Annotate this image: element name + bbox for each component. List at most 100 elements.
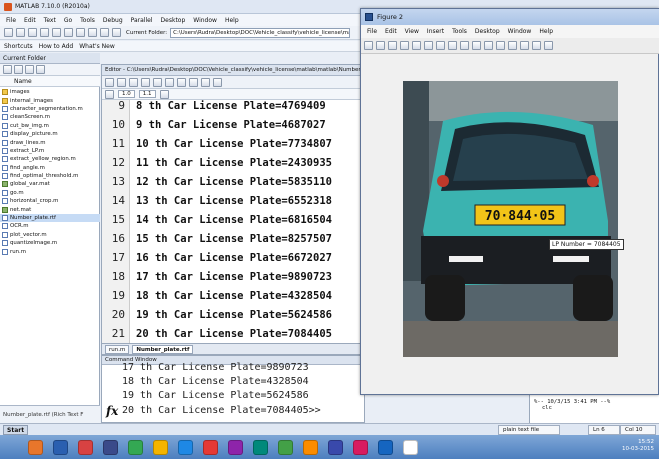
figure-menu-item-desktop[interactable]: Desktop (475, 28, 500, 35)
figure-menu-item-help[interactable]: Help (539, 28, 553, 35)
open-icon[interactable] (376, 41, 385, 50)
file-list-item[interactable]: horizontal_crop.m (0, 197, 100, 205)
taskbar-app-icon[interactable] (303, 439, 318, 455)
zoom-in-icon[interactable] (424, 41, 433, 50)
brush-icon[interactable] (484, 41, 493, 50)
file-list-item[interactable]: character_segmentation.m (0, 105, 100, 113)
menu-item-file[interactable]: File (6, 17, 16, 24)
current-folder-input[interactable]: C:\Users\Rudra\Desktop\DOC\Vehicle_class… (170, 27, 351, 38)
taskbar-app-icon[interactable] (228, 439, 243, 455)
shortcuts-label[interactable]: Shortcuts (4, 43, 33, 50)
find-icon[interactable] (189, 77, 198, 87)
show-plot-tools-icon[interactable] (544, 41, 553, 50)
copy-icon[interactable] (153, 77, 162, 87)
figure-menu-item-tools[interactable]: Tools (452, 28, 467, 35)
menu-item-debug[interactable]: Debug (103, 17, 123, 24)
history-line[interactable]: clc (534, 405, 655, 411)
file-list-item[interactable]: draw_lines.m (0, 138, 100, 146)
menu-item-go[interactable]: Go (64, 17, 72, 24)
print-icon[interactable] (400, 41, 409, 50)
zoom-value[interactable]: 1.0 (118, 90, 135, 98)
breakpoint-icon[interactable] (213, 77, 222, 87)
back-icon[interactable] (3, 65, 12, 74)
run-icon[interactable] (201, 77, 210, 87)
taskbar-app-icon[interactable] (328, 439, 343, 455)
menu-item-text[interactable]: Text (44, 17, 56, 24)
cell-mode-icon[interactable] (105, 89, 114, 99)
matlab-start-button[interactable]: Start (3, 424, 29, 435)
taskbar-app-icon[interactable] (353, 439, 368, 455)
file-list-item[interactable]: OCR.m (0, 222, 100, 230)
function-browser-icon[interactable]: fx (106, 404, 118, 418)
menu-item-window[interactable]: Window (193, 17, 217, 24)
taskbar-app-icon[interactable] (178, 439, 193, 455)
file-list-item[interactable]: images (0, 88, 100, 96)
figure-menu-item-edit[interactable]: Edit (385, 28, 397, 35)
step-value[interactable]: 1.1 (138, 90, 156, 98)
zoom-out-icon[interactable] (436, 41, 445, 50)
menu-item-parallel[interactable]: Parallel (131, 17, 153, 24)
print-icon[interactable] (177, 77, 186, 87)
file-list-item[interactable]: extract_LP.m (0, 147, 100, 155)
open-file-icon[interactable] (16, 28, 25, 37)
file-list-item[interactable]: Number_plate.rtf (0, 213, 100, 223)
editor-text-area[interactable]: 9 8 th Car License Plate=4769409 10 9 th Ca… (102, 100, 366, 345)
redo-icon[interactable] (76, 28, 85, 37)
taskbar-app-icon[interactable] (378, 439, 393, 455)
file-list-item[interactable]: net.mat (0, 205, 100, 213)
new-figure-icon[interactable] (364, 41, 373, 50)
file-list-item[interactable]: global_var.mat (0, 180, 100, 188)
menu-item-help[interactable]: Help (225, 17, 239, 24)
figure-menu-item-window[interactable]: Window (508, 28, 532, 35)
whats-new-link[interactable]: What's New (79, 43, 115, 50)
link-icon[interactable] (496, 41, 505, 50)
open-icon[interactable] (117, 77, 126, 87)
figure-menu-item-file[interactable]: File (367, 28, 377, 35)
file-list-item[interactable]: go.m (0, 189, 100, 197)
taskbar-app-icon[interactable] (253, 439, 268, 455)
colorbar-icon[interactable] (508, 41, 517, 50)
file-list-item[interactable]: extract_yellow_region.m (0, 155, 100, 163)
save-icon[interactable] (388, 41, 397, 50)
simulink-icon[interactable] (88, 28, 97, 37)
pointer-icon[interactable] (412, 41, 421, 50)
taskbar-app-icon[interactable] (78, 439, 93, 455)
paste-icon[interactable] (52, 28, 61, 37)
command-window[interactable]: Command Window 17 th Car License Plate=9… (101, 355, 366, 423)
menu-item-desktop[interactable]: Desktop (161, 17, 186, 24)
tab-run-m[interactable]: run.m (105, 344, 130, 354)
pan-icon[interactable] (448, 41, 457, 50)
figure-menu-item-view[interactable]: View (405, 28, 419, 35)
guide-icon[interactable] (100, 28, 109, 37)
tab-number-plate-rtf[interactable]: Number_plate.rtf (132, 344, 194, 354)
taskbar-app-icon[interactable] (403, 439, 418, 455)
forward-icon[interactable] (14, 65, 23, 74)
file-list-item[interactable]: cut_bw_img.m (0, 122, 100, 130)
data-cursor-icon[interactable] (472, 41, 481, 50)
rotate-icon[interactable] (460, 41, 469, 50)
menu-item-edit[interactable]: Edit (24, 17, 36, 24)
taskbar-app-icon[interactable] (128, 439, 143, 455)
search-icon[interactable] (36, 65, 45, 74)
up-folder-icon[interactable] (25, 65, 34, 74)
hide-plot-tools-icon[interactable] (532, 41, 541, 50)
name-column-header[interactable]: Name (0, 76, 100, 87)
cell-eval-icon[interactable] (159, 89, 169, 99)
file-list-item[interactable]: find_optimal_threshold.m (0, 172, 100, 180)
help-icon[interactable] (112, 28, 121, 37)
file-list-item[interactable]: find_angle.m (0, 164, 100, 172)
system-tray-clock[interactable]: 15:52 10-03-2015 (598, 439, 654, 453)
file-list-item[interactable]: run.m (0, 247, 100, 255)
save-icon[interactable] (129, 77, 138, 87)
file-list-item[interactable]: display_picture.m (0, 130, 100, 138)
taskbar-app-icon[interactable] (203, 439, 218, 455)
file-list-item[interactable]: cleanScreen.m (0, 113, 100, 121)
taskbar-app-icon[interactable] (28, 439, 43, 455)
figure-menu-item-insert[interactable]: Insert (427, 28, 444, 35)
menu-item-tools[interactable]: Tools (80, 17, 95, 24)
taskbar-app-icon[interactable] (153, 439, 168, 455)
cut-icon[interactable] (28, 28, 37, 37)
copy-icon[interactable] (40, 28, 49, 37)
taskbar-app-icon[interactable] (53, 439, 68, 455)
new-icon[interactable] (105, 77, 114, 87)
